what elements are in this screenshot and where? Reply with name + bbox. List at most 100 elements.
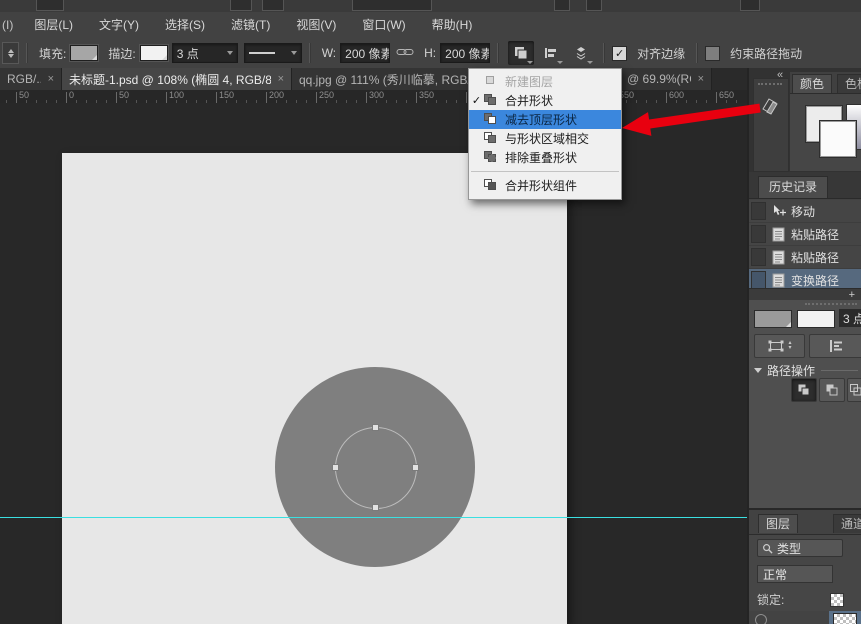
canvas[interactable]: [62, 153, 567, 624]
constrain-path-drag-checkbox[interactable]: [705, 46, 720, 61]
subtract-front-shape-button[interactable]: [819, 378, 845, 402]
path-operations-section[interactable]: 路径操作: [754, 362, 858, 379]
properties-fill-swatch[interactable]: [754, 310, 792, 328]
stroke-type-select[interactable]: [244, 43, 302, 63]
layer-thumbnail[interactable]: [833, 613, 857, 624]
menu-item-选择(S)[interactable]: 选择(S): [152, 13, 218, 38]
layer-visibility-toggle[interactable]: [755, 614, 767, 624]
cyan-guide-line[interactable]: [0, 517, 747, 518]
ruler-number: 0: [69, 90, 74, 100]
cropped-ui-fragment: [352, 0, 432, 11]
menu-item-merge-components[interactable]: 合并形状组件: [469, 176, 621, 195]
menu-item-intersect-shapes[interactable]: 与形状区域相交: [469, 129, 621, 148]
path-operations-button[interactable]: [508, 41, 534, 65]
menu-item-exclude-shapes[interactable]: 排除重叠形状: [469, 148, 621, 167]
document-tab-label: RGB/...: [7, 72, 41, 86]
close-icon[interactable]: ×: [698, 73, 704, 85]
stroke-options-button[interactable]: [809, 334, 861, 358]
ruler-number: 100: [169, 90, 184, 100]
stroke-line-icon: [249, 52, 275, 54]
menu-checkmark: ✓: [469, 94, 484, 107]
tab-swatches[interactable]: 色板: [837, 74, 861, 93]
layer-row[interactable]: [749, 611, 861, 624]
path-anchor-left[interactable]: [332, 464, 339, 471]
document-tab[interactable]: @ 69.9%(RGB/...×: [620, 68, 712, 90]
path-anchor-right[interactable]: [412, 464, 419, 471]
photoshop-window: (I)图层(L)文字(Y)选择(S)滤镜(T)视图(V)窗口(W)帮助(H) 填…: [0, 0, 861, 624]
properties-stroke-width[interactable]: 3 点: [839, 309, 861, 327]
blend-mode-select[interactable]: 正常: [757, 565, 833, 583]
stroke-color-swatch[interactable]: [140, 45, 168, 61]
history-source-well[interactable]: [751, 202, 766, 220]
constrain-path-drag-label: 约束路径拖动: [730, 45, 802, 62]
fill-color-swatch[interactable]: [70, 45, 98, 61]
panel-grip[interactable]: [805, 303, 857, 305]
combine-shapes-button[interactable]: [791, 378, 817, 402]
menu-item-combine-shapes[interactable]: ✓合并形状: [469, 91, 621, 110]
menu-item-窗口(W)[interactable]: 窗口(W): [349, 13, 418, 38]
new-snapshot-icon[interactable]: +: [849, 290, 855, 300]
history-source-well[interactable]: [751, 225, 766, 243]
menu-item-subtract-front-shape[interactable]: 减去顶层形状: [469, 110, 621, 129]
document-icon: [770, 273, 787, 288]
subtract-front-shape-icon: [825, 383, 839, 397]
lock-label: 锁定:: [757, 591, 784, 608]
stroke-width-select[interactable]: 3 点: [172, 43, 238, 63]
tab-layers[interactable]: 图层: [758, 514, 798, 533]
link-dimensions-icon[interactable]: [396, 46, 414, 60]
exclude-shapes-icon: [484, 151, 499, 164]
document-tab[interactable]: 未标题-1.psd @ 108% (椭圆 4, RGB/8) *×: [62, 68, 292, 90]
menu-item-帮助(H)[interactable]: 帮助(H): [419, 13, 486, 38]
menu-item-(I)[interactable]: (I): [0, 13, 21, 38]
history-source-well[interactable]: [751, 248, 766, 266]
ruler-major-tick: [466, 92, 467, 103]
align-edges-label: 对齐边缘: [637, 45, 685, 62]
history-state-row[interactable]: 移动: [749, 200, 861, 223]
shape-width-field[interactable]: 200 像素: [340, 43, 390, 63]
menu-bar: (I)图层(L)文字(Y)选择(S)滤镜(T)视图(V)窗口(W)帮助(H): [0, 12, 861, 39]
menu-item-滤镜(T)[interactable]: 滤镜(T): [218, 13, 283, 38]
cropped-ui-fragment: [586, 0, 602, 11]
menu-item-图层(L)[interactable]: 图层(L): [21, 13, 86, 38]
chevron-down-icon: [291, 51, 297, 55]
menu-item-文字(Y)[interactable]: 文字(Y): [86, 13, 152, 38]
properties-stroke-swatch[interactable]: [797, 310, 835, 328]
ruler-major-tick: [316, 92, 317, 103]
history-state-row[interactable]: 粘贴路径: [749, 223, 861, 246]
history-panel: 历史记录 移动粘贴路径粘贴路径变换路径 +: [749, 172, 861, 300]
path-alignment-button[interactable]: [538, 41, 564, 65]
tab-color[interactable]: 颜色: [792, 74, 832, 93]
ellipse-path-outline[interactable]: [335, 427, 417, 509]
layer-selection-highlight: [829, 611, 861, 624]
shape-transform-button[interactable]: ▴▾: [754, 334, 805, 358]
cropped-ui-fragment: [262, 0, 284, 11]
shape-properties-panel: 3 点 ▴▾ 路径操作: [749, 300, 861, 508]
stroke-align-icon: [828, 339, 844, 353]
layer-filter-select[interactable]: 类型: [757, 539, 843, 557]
close-icon[interactable]: ×: [48, 73, 54, 85]
lock-transparency-icon[interactable]: [830, 593, 844, 607]
tab-history[interactable]: 历史记录: [758, 176, 828, 198]
path-anchor-bottom[interactable]: [372, 504, 379, 511]
ruler-major-tick: [366, 92, 367, 103]
merge-components-icon: [484, 179, 499, 192]
background-color-swatch[interactable]: [820, 121, 856, 157]
ruler-number: 50: [119, 90, 129, 100]
align-edges-checkbox[interactable]: ✓: [612, 46, 627, 61]
history-source-well[interactable]: [751, 271, 766, 289]
red-annotation-arrow: [615, 98, 765, 148]
document-tab[interactable]: RGB/... ×: [0, 68, 62, 90]
menu-item-label: 与形状区域相交: [505, 130, 589, 147]
menu-item-视图(V)[interactable]: 视图(V): [283, 13, 349, 38]
tab-channels[interactable]: 通道: [833, 514, 861, 533]
path-anchor-top[interactable]: [372, 424, 379, 431]
menu-item-label: 减去顶层形状: [505, 111, 577, 128]
shape-height-field[interactable]: 200 像素: [440, 43, 490, 63]
cropped-ui-fragment: [36, 0, 64, 11]
history-state-row[interactable]: 粘贴路径: [749, 246, 861, 269]
tool-preset-stepper[interactable]: [2, 42, 19, 64]
panel-grip[interactable]: [758, 83, 782, 85]
close-icon[interactable]: ×: [278, 73, 284, 85]
intersect-shapes-button[interactable]: [847, 378, 861, 402]
path-arrangement-button[interactable]: [568, 41, 594, 65]
